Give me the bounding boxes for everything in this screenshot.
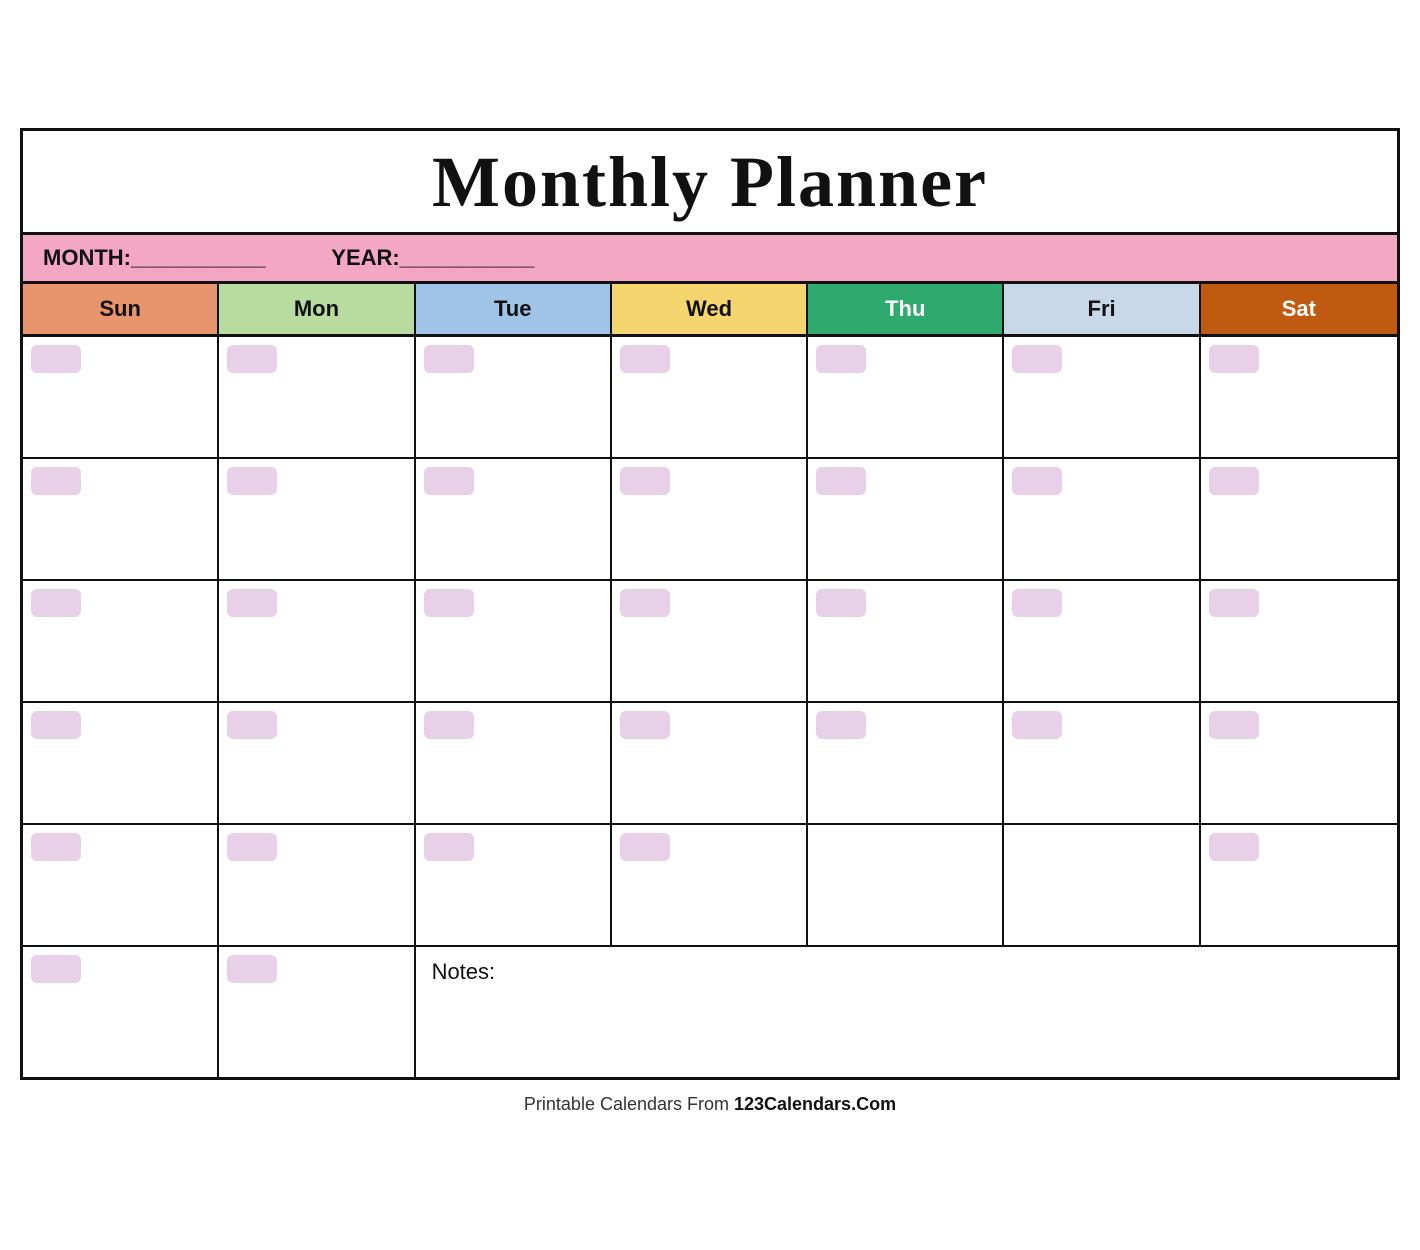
cell-r1-thu bbox=[808, 337, 1004, 457]
cell-r4-sun bbox=[23, 703, 219, 823]
date-badge bbox=[1209, 467, 1259, 495]
day-header-sun: Sun bbox=[23, 284, 219, 334]
cell-r4-mon bbox=[219, 703, 415, 823]
date-badge bbox=[227, 711, 277, 739]
year-label: YEAR:___________ bbox=[331, 245, 534, 270]
cell-r2-mon bbox=[219, 459, 415, 579]
cell-r1-tue bbox=[416, 337, 612, 457]
cell-r5-sun bbox=[23, 825, 219, 945]
date-badge bbox=[31, 833, 81, 861]
cell-r5-sat bbox=[1201, 825, 1397, 945]
cell-r1-sat bbox=[1201, 337, 1397, 457]
date-badge bbox=[31, 589, 81, 617]
planner-container: Monthly Planner MONTH:___________ YEAR:_… bbox=[20, 128, 1400, 1080]
calendar-row-5 bbox=[23, 825, 1397, 947]
date-badge bbox=[1012, 345, 1062, 373]
date-badge bbox=[227, 955, 277, 983]
footer: Printable Calendars From 123Calendars.Co… bbox=[20, 1080, 1400, 1123]
days-header: Sun Mon Tue Wed Thu Fri Sat bbox=[23, 284, 1397, 337]
cell-r3-fri bbox=[1004, 581, 1200, 701]
cell-r2-sun bbox=[23, 459, 219, 579]
date-badge bbox=[816, 467, 866, 495]
date-badge bbox=[816, 345, 866, 373]
cell-r2-fri bbox=[1004, 459, 1200, 579]
date-badge bbox=[1209, 345, 1259, 373]
cell-r3-tue bbox=[416, 581, 612, 701]
cell-r5-wed bbox=[612, 825, 808, 945]
page-title: Monthly Planner bbox=[23, 141, 1397, 224]
day-header-mon: Mon bbox=[219, 284, 415, 334]
date-badge bbox=[227, 589, 277, 617]
calendar-row-2 bbox=[23, 459, 1397, 581]
cell-r4-wed bbox=[612, 703, 808, 823]
cell-r1-fri bbox=[1004, 337, 1200, 457]
footer-text: Printable Calendars From bbox=[524, 1094, 734, 1114]
cell-r3-wed bbox=[612, 581, 808, 701]
calendar-row-4 bbox=[23, 703, 1397, 825]
cell-r1-wed bbox=[612, 337, 808, 457]
date-badge bbox=[227, 467, 277, 495]
cell-r1-mon bbox=[219, 337, 415, 457]
cell-r4-fri bbox=[1004, 703, 1200, 823]
day-header-thu: Thu bbox=[808, 284, 1004, 334]
date-badge bbox=[816, 711, 866, 739]
date-badge bbox=[1209, 833, 1259, 861]
month-year-bar: MONTH:___________ YEAR:___________ bbox=[23, 235, 1397, 284]
month-label: MONTH:___________ bbox=[43, 245, 266, 270]
date-badge bbox=[227, 833, 277, 861]
cell-r4-thu bbox=[808, 703, 1004, 823]
cell-r4-sat bbox=[1201, 703, 1397, 823]
cell-r2-wed bbox=[612, 459, 808, 579]
cell-r2-tue bbox=[416, 459, 612, 579]
calendar-row-3 bbox=[23, 581, 1397, 703]
date-badge bbox=[424, 467, 474, 495]
cell-r3-sun bbox=[23, 581, 219, 701]
date-badge bbox=[1012, 589, 1062, 617]
day-header-sat: Sat bbox=[1201, 284, 1397, 334]
cell-r3-mon bbox=[219, 581, 415, 701]
cell-r1-sun bbox=[23, 337, 219, 457]
notes-label: Notes: bbox=[432, 959, 496, 984]
date-badge bbox=[424, 711, 474, 739]
cell-r5-mon bbox=[219, 825, 415, 945]
title-area: Monthly Planner bbox=[23, 131, 1397, 235]
cell-r5-tue bbox=[416, 825, 612, 945]
date-badge bbox=[227, 345, 277, 373]
calendar-row-6: Notes: bbox=[23, 947, 1397, 1077]
date-badge bbox=[31, 467, 81, 495]
date-badge bbox=[31, 345, 81, 373]
date-badge bbox=[1209, 589, 1259, 617]
cell-r4-tue bbox=[416, 703, 612, 823]
date-badge bbox=[620, 467, 670, 495]
date-badge bbox=[424, 345, 474, 373]
calendar-row-1 bbox=[23, 337, 1397, 459]
cell-r6-sun bbox=[23, 947, 219, 1077]
date-badge bbox=[31, 955, 81, 983]
date-badge bbox=[424, 833, 474, 861]
day-header-tue: Tue bbox=[416, 284, 612, 334]
page-wrapper: Monthly Planner MONTH:___________ YEAR:_… bbox=[20, 128, 1400, 1123]
day-header-wed: Wed bbox=[612, 284, 808, 334]
cell-r3-thu bbox=[808, 581, 1004, 701]
cell-r2-thu bbox=[808, 459, 1004, 579]
date-badge bbox=[816, 589, 866, 617]
cell-r5-fri bbox=[1004, 825, 1200, 945]
date-badge bbox=[620, 833, 670, 861]
date-badge bbox=[620, 589, 670, 617]
date-badge bbox=[1209, 711, 1259, 739]
date-badge bbox=[620, 711, 670, 739]
date-badge bbox=[1012, 467, 1062, 495]
date-badge bbox=[424, 589, 474, 617]
date-badge bbox=[620, 345, 670, 373]
calendar-grid: Notes: bbox=[23, 337, 1397, 1077]
cell-r6-mon bbox=[219, 947, 415, 1077]
notes-cell: Notes: bbox=[416, 947, 1397, 1077]
cell-r3-sat bbox=[1201, 581, 1397, 701]
day-header-fri: Fri bbox=[1004, 284, 1200, 334]
cell-r5-thu bbox=[808, 825, 1004, 945]
cell-r2-sat bbox=[1201, 459, 1397, 579]
footer-brand: 123Calendars.Com bbox=[734, 1094, 896, 1114]
date-badge bbox=[31, 711, 81, 739]
date-badge bbox=[1012, 711, 1062, 739]
